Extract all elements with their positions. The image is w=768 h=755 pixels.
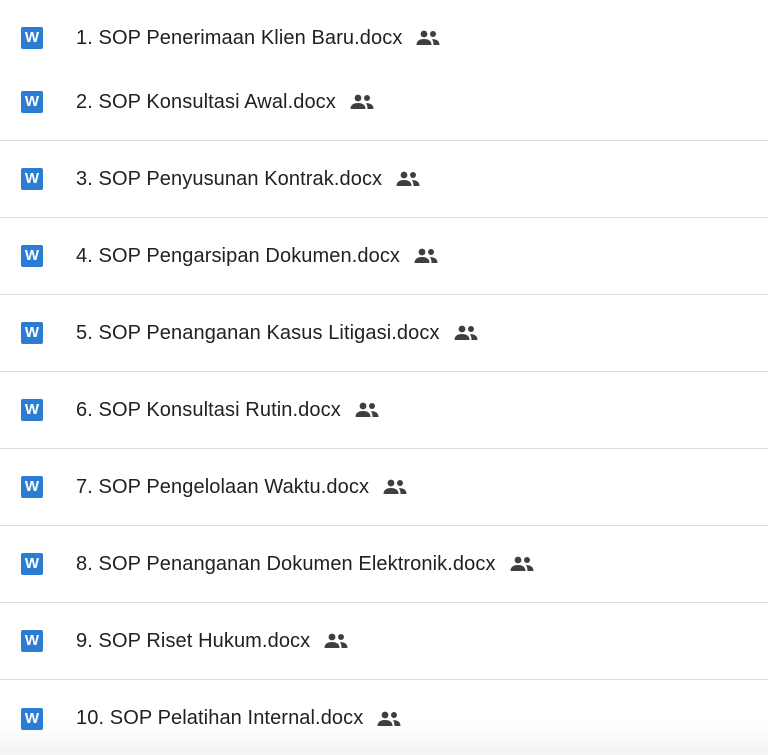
file-name[interactable]: 10. SOP Pelatihan Internal.docx bbox=[76, 707, 363, 730]
word-icon: W bbox=[21, 476, 43, 498]
people-icon bbox=[383, 479, 407, 494]
file-row[interactable]: W 6. SOP Konsultasi Rutin.docx bbox=[0, 372, 768, 449]
file-row[interactable]: W 8. SOP Penanganan Dokumen Elektronik.d… bbox=[0, 526, 768, 603]
file-row[interactable]: W 3. SOP Penyusunan Kontrak.docx bbox=[0, 141, 768, 218]
people-icon bbox=[355, 402, 379, 417]
word-icon: W bbox=[21, 322, 43, 344]
word-icon: W bbox=[21, 399, 43, 421]
file-row[interactable]: W 2. SOP Konsultasi Awal.docx bbox=[0, 64, 768, 141]
file-name[interactable]: 2. SOP Konsultasi Awal.docx bbox=[76, 91, 336, 114]
people-icon bbox=[416, 30, 440, 45]
file-name[interactable]: 8. SOP Penanganan Dokumen Elektronik.doc… bbox=[76, 553, 496, 576]
file-name[interactable]: 3. SOP Penyusunan Kontrak.docx bbox=[76, 168, 382, 191]
people-icon bbox=[324, 633, 348, 648]
file-name[interactable]: 5. SOP Penanganan Kasus Litigasi.docx bbox=[76, 322, 440, 345]
people-icon bbox=[396, 171, 420, 186]
word-icon: W bbox=[21, 707, 43, 730]
file-name[interactable]: 7. SOP Pengelolaan Waktu.docx bbox=[76, 476, 369, 499]
word-icon: W bbox=[21, 630, 43, 652]
file-row[interactable]: W 5. SOP Penanganan Kasus Litigasi.docx bbox=[0, 295, 768, 372]
file-name[interactable]: 6. SOP Konsultasi Rutin.docx bbox=[76, 399, 341, 422]
file-row[interactable]: W 4. SOP Pengarsipan Dokumen.docx bbox=[0, 218, 768, 295]
word-icon: W bbox=[21, 27, 43, 49]
word-icon: W bbox=[21, 91, 43, 113]
file-row[interactable]: W 9. SOP Riset Hukum.docx bbox=[0, 603, 768, 680]
file-name[interactable]: 9. SOP Riset Hukum.docx bbox=[76, 630, 310, 653]
people-icon bbox=[454, 325, 478, 340]
people-icon bbox=[377, 711, 401, 726]
word-icon: W bbox=[21, 168, 43, 190]
word-icon: W bbox=[21, 553, 43, 575]
word-icon: W bbox=[21, 245, 43, 267]
people-icon bbox=[350, 94, 374, 109]
people-icon bbox=[510, 556, 534, 571]
file-list: W 1. SOP Penerimaan Klien Baru.docx W 2.… bbox=[0, 0, 768, 755]
file-name[interactable]: 4. SOP Pengarsipan Dokumen.docx bbox=[76, 245, 400, 268]
file-row[interactable]: W 10. SOP Pelatihan Internal.docx bbox=[0, 680, 768, 755]
file-row[interactable]: W 7. SOP Pengelolaan Waktu.docx bbox=[0, 449, 768, 526]
people-icon bbox=[414, 248, 438, 263]
file-name[interactable]: 1. SOP Penerimaan Klien Baru.docx bbox=[76, 27, 402, 50]
